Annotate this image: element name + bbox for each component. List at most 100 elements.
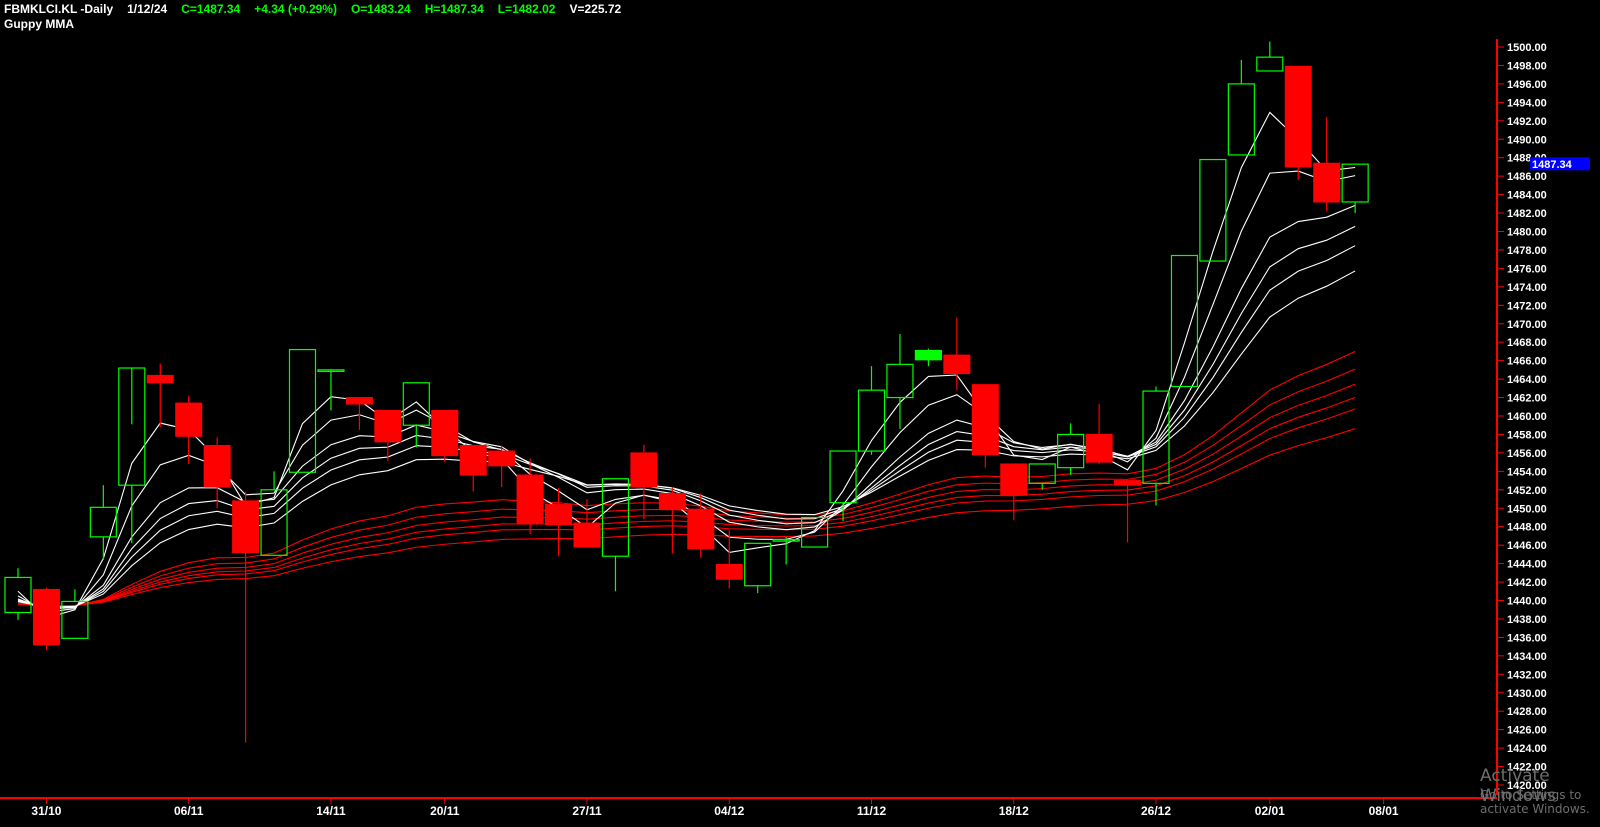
price-tick-label: 1490.00 [1507, 134, 1547, 146]
low-label: L=1482.02 [497, 2, 556, 16]
volume-label: V=225.72 [569, 2, 622, 16]
open-label: O=1483.24 [350, 2, 411, 16]
date-tick-label: 02/01 [1255, 804, 1285, 818]
candle [1313, 117, 1341, 212]
candle-body [857, 389, 886, 452]
candle [1227, 59, 1255, 156]
price-tick-label: 1468.00 [1507, 337, 1547, 349]
close-label: C=1487.34 [181, 2, 241, 16]
candle-body [1170, 254, 1199, 388]
candlestick-chart[interactable]: 1420.001422.001424.001426.001428.001430.… [0, 0, 1600, 827]
candle-body [886, 363, 914, 399]
candle [516, 458, 544, 535]
candle [744, 542, 772, 594]
candle [1256, 41, 1284, 72]
date-tick-label: 27/11 [572, 804, 602, 818]
price-tick-label: 1474.00 [1507, 282, 1547, 294]
candle [601, 478, 630, 592]
candle-body [545, 504, 573, 526]
candle [61, 589, 89, 639]
price-tick-label: 1428.00 [1507, 706, 1547, 718]
candle [1341, 163, 1369, 214]
candle [1284, 65, 1312, 180]
candle-body [630, 452, 658, 488]
price-tick-label: 1436.00 [1507, 632, 1547, 644]
price-tick-label: 1480.00 [1507, 227, 1547, 239]
price-tick-label: 1498.00 [1507, 60, 1547, 72]
price-tick-label: 1446.00 [1507, 540, 1547, 552]
candle [118, 367, 146, 544]
candle [772, 536, 800, 565]
symbol-label: FBMKLCI.KL -Daily [4, 2, 114, 16]
price-tick-label: 1476.00 [1507, 263, 1547, 275]
candle [971, 384, 999, 468]
quote-header: FBMKLCI.KL -Daily 1/12/24 C=1487.34 +4.34 (… [4, 2, 635, 16]
price-tick-label: 1466.00 [1507, 356, 1547, 368]
candle-body [146, 374, 174, 384]
candle [203, 437, 231, 509]
date-tick-label: 08/01 [1369, 804, 1399, 818]
price-tick-label: 1494.00 [1507, 97, 1547, 109]
price-tick-label: 1482.00 [1507, 208, 1547, 220]
candle [175, 395, 203, 464]
candle-body [1000, 463, 1028, 496]
candle [715, 530, 743, 589]
price-tick-label: 1426.00 [1507, 725, 1547, 737]
date-tick-label: 20/11 [430, 804, 460, 818]
price-tick-label: 1492.00 [1507, 116, 1547, 128]
price-tick-label: 1456.00 [1507, 448, 1547, 460]
candle-body [687, 508, 715, 550]
candle [630, 444, 658, 520]
candle [459, 445, 487, 492]
price-tick-label: 1434.00 [1507, 651, 1547, 663]
candle [431, 409, 459, 463]
price-tick-label: 1460.00 [1507, 411, 1547, 423]
candle-body [1085, 433, 1113, 463]
price-tick-label: 1424.00 [1507, 743, 1547, 755]
short-mma-12 [17, 245, 1356, 609]
candle-body [374, 409, 402, 443]
price-tick-label: 1458.00 [1507, 429, 1547, 441]
candle-body [829, 450, 857, 504]
indicator-label: Guppy MMA [4, 17, 74, 31]
change-label: +4.34 (+0.29%) [254, 2, 337, 16]
candle-body [573, 522, 601, 548]
candle [1000, 463, 1028, 521]
price-tick-label: 1478.00 [1507, 245, 1547, 257]
candle [1199, 158, 1227, 262]
candle-body [288, 348, 317, 473]
date-tick-label: 14/11 [316, 804, 346, 818]
date-label: 1/12/24 [127, 2, 168, 16]
candle [943, 317, 971, 391]
price-tick-label: 1444.00 [1507, 559, 1547, 571]
candle-body [715, 564, 743, 580]
date-tick-label: 26/12 [1141, 804, 1171, 818]
candle-body [431, 409, 459, 457]
price-tick-label: 1454.00 [1507, 466, 1547, 478]
candle-body [232, 500, 260, 554]
date-tick-label: 11/12 [857, 804, 887, 818]
price-tick-label: 1464.00 [1507, 374, 1547, 386]
candles [4, 41, 1369, 743]
price-axis[interactable]: 1420.001422.001424.001426.001428.001430.… [1496, 39, 1547, 795]
candle [232, 491, 260, 743]
candle-body [516, 474, 544, 524]
candle [288, 348, 317, 473]
candle-body [658, 492, 686, 510]
candle-body [402, 382, 430, 426]
last-price-tag: 1487.34 [1530, 157, 1590, 171]
candle [545, 487, 573, 557]
date-tick-label: 06/11 [174, 804, 204, 818]
price-tick-label: 1442.00 [1507, 577, 1547, 589]
date-axis[interactable]: 31/10 06/11 14/11 20/11 27/11 04/12 11/12 18/12… [0, 797, 1497, 818]
candle-body [1313, 162, 1341, 203]
candle-body [1256, 56, 1284, 72]
date-tick-label: 18/12 [999, 804, 1029, 818]
last-price-label: 1487.34 [1532, 159, 1573, 171]
price-tick-label: 1462.00 [1507, 393, 1547, 405]
candle-body [943, 354, 971, 375]
candle [146, 363, 174, 428]
candle-body [4, 576, 32, 614]
price-tick-label: 1438.00 [1507, 614, 1547, 626]
price-tick-label: 1470.00 [1507, 319, 1547, 331]
